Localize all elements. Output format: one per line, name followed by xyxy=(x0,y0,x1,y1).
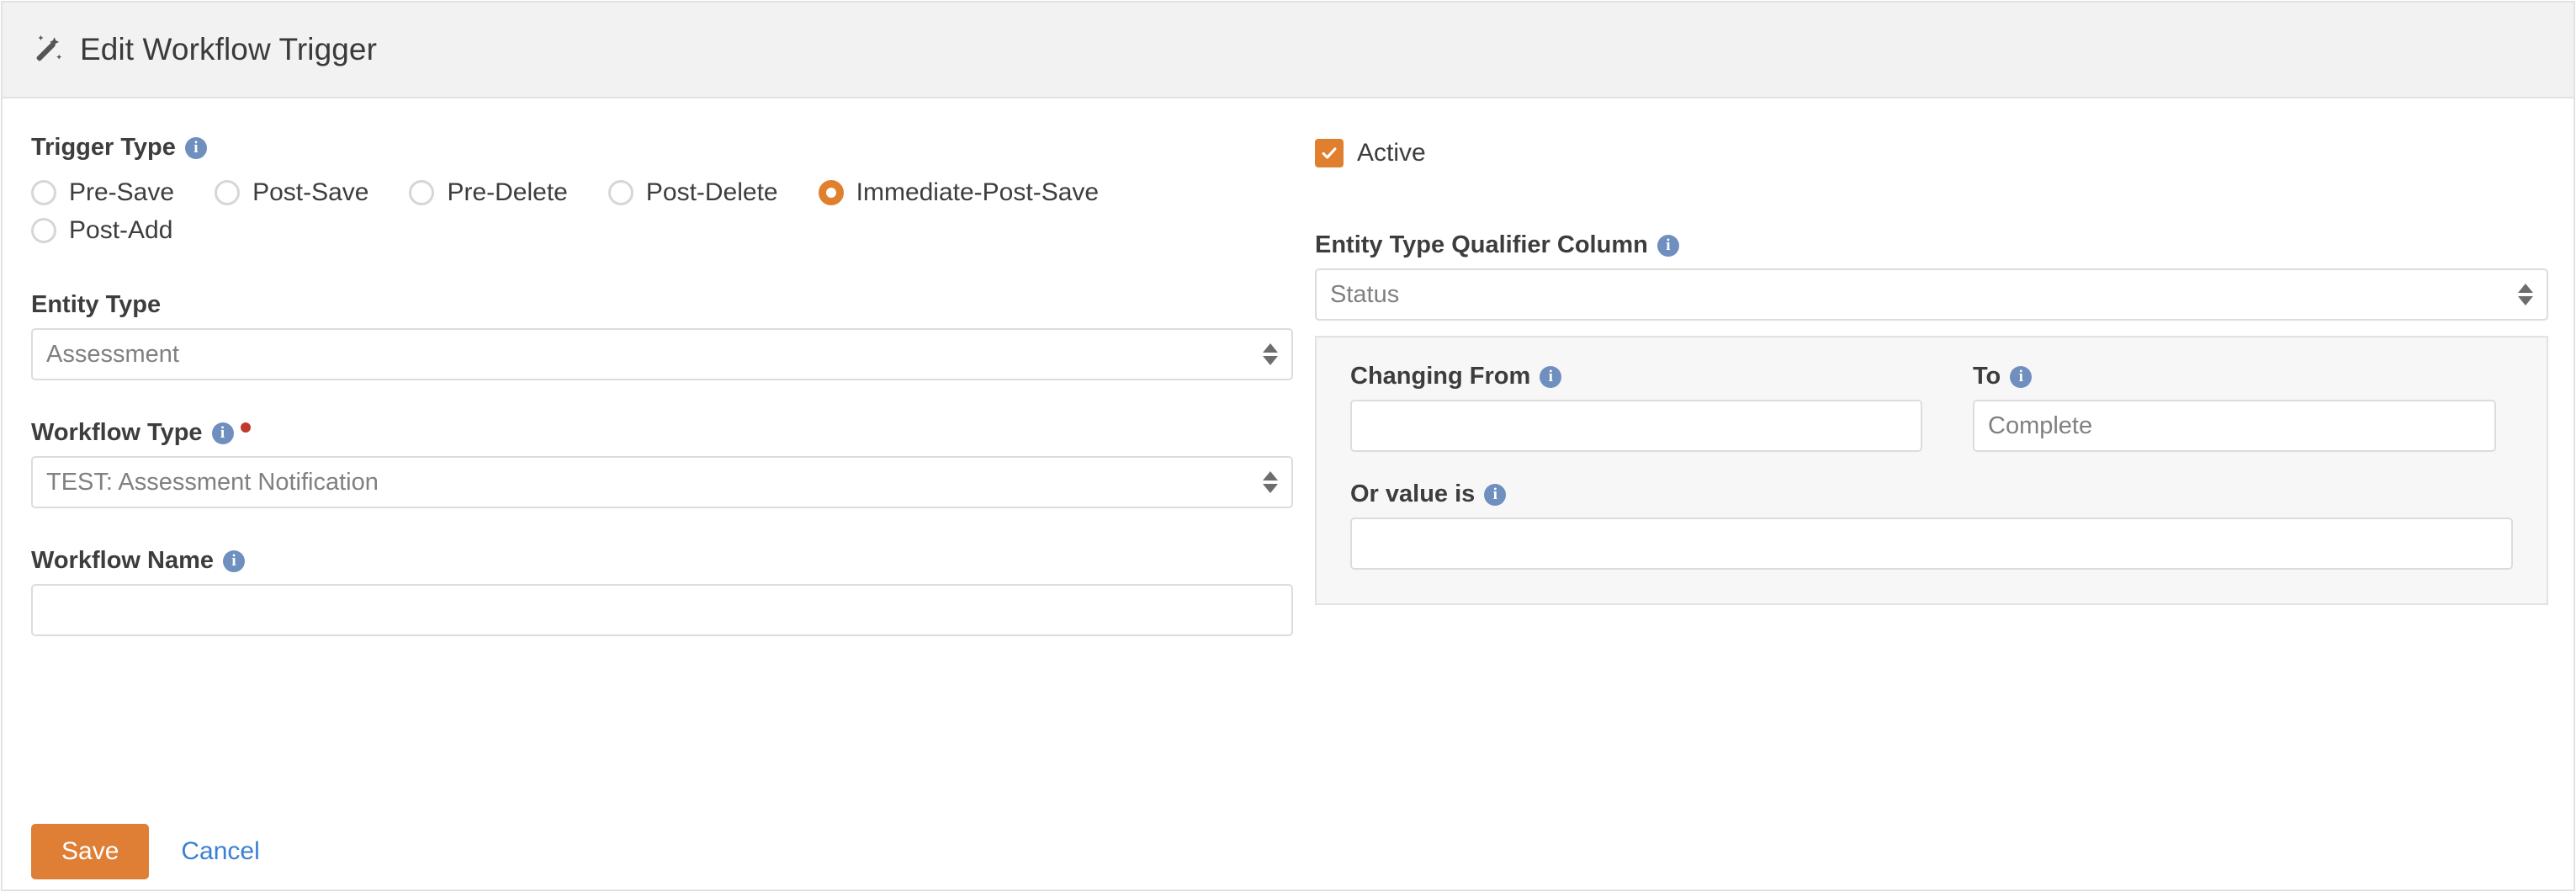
radio-immediate-post-save[interactable]: Immediate-Post-Save xyxy=(818,178,1100,207)
radio-circle-icon xyxy=(409,180,435,205)
workflow-type-value: TEST: Assessment Notification xyxy=(46,468,379,496)
magic-wand-icon xyxy=(31,31,68,68)
workflow-name-label-text: Workflow Name xyxy=(31,547,215,574)
save-button[interactable]: Save xyxy=(31,824,150,879)
changing-from-label: Changing From i xyxy=(1350,363,1922,390)
radio-pre-delete[interactable]: Pre-Delete xyxy=(409,178,568,207)
to-label: To i xyxy=(1973,363,2496,390)
radio-circle-icon xyxy=(31,180,56,205)
entity-type-qualifier-column-label-text: Entity Type Qualifier Column xyxy=(1315,231,1648,258)
radio-label: Post-Add xyxy=(69,216,173,244)
info-icon[interactable]: i xyxy=(1484,483,1507,506)
trigger-type-label: Trigger Type i xyxy=(31,134,1293,162)
workflow-name-field: Workflow Name i xyxy=(31,547,1293,636)
to-field: To i Complete xyxy=(1973,363,2496,452)
changing-from-input[interactable] xyxy=(1350,400,1922,452)
card-header: Edit Workflow Trigger xyxy=(3,3,2573,98)
active-checkbox-row[interactable]: Active xyxy=(1315,139,2548,167)
select-spinner-icon xyxy=(1263,468,1278,496)
entity-type-qualifier-column-label: Entity Type Qualifier Column i xyxy=(1315,231,2548,259)
radio-circle-icon xyxy=(215,180,241,205)
entity-type-qualifier-column-select[interactable]: Status xyxy=(1315,268,2548,321)
or-value-is-label-text: Or value is xyxy=(1350,481,1476,507)
form-body: Trigger Type i Pre-Save Post-Save Pre-De… xyxy=(3,98,2573,889)
to-label-text: To xyxy=(1973,363,2001,390)
info-icon[interactable]: i xyxy=(223,550,246,572)
workflow-name-input[interactable] xyxy=(31,584,1293,636)
info-icon[interactable]: i xyxy=(1540,365,1562,388)
radio-label: Pre-Delete xyxy=(447,178,568,206)
changing-from-field: Changing From i xyxy=(1350,363,1922,452)
right-column: Active Entity Type Qualifier Column i St… xyxy=(1315,98,2548,605)
workflow-name-label: Workflow Name i xyxy=(31,547,1293,575)
radio-pre-save[interactable]: Pre-Save xyxy=(31,178,174,207)
entity-type-qualifier-column-field: Entity Type Qualifier Column i Status xyxy=(1315,231,2548,321)
or-value-is-label: Or value is i xyxy=(1350,481,2513,508)
radio-post-save[interactable]: Post-Save xyxy=(215,178,368,207)
changing-from-label-text: Changing From xyxy=(1350,363,1531,390)
or-value-is-field: Or value is i xyxy=(1350,481,2513,570)
workflow-type-label-text: Workflow Type xyxy=(31,419,203,446)
select-spinner-icon xyxy=(2518,280,2533,309)
required-indicator-icon xyxy=(240,422,251,433)
entity-type-qualifier-column-value: Status xyxy=(1330,280,1400,308)
info-icon[interactable]: i xyxy=(2010,365,2033,388)
entity-type-label: Entity Type xyxy=(31,291,1293,319)
left-column: Trigger Type i Pre-Save Post-Save Pre-De… xyxy=(31,98,1293,636)
entity-type-value: Assessment xyxy=(46,340,179,368)
select-spinner-icon xyxy=(1263,340,1278,369)
radio-circle-icon xyxy=(607,180,633,205)
qualifier-panel-row: Changing From i To i Complete xyxy=(1350,363,2513,452)
check-icon xyxy=(1315,139,1344,167)
radio-label: Post-Save xyxy=(252,178,369,206)
info-icon[interactable]: i xyxy=(211,422,234,444)
radio-circle-selected-icon xyxy=(818,180,844,205)
workflow-type-field: Workflow Type i TEST: Assessment Notific… xyxy=(31,419,1293,508)
info-icon[interactable]: i xyxy=(184,136,207,159)
or-value-is-input[interactable] xyxy=(1350,518,2513,570)
trigger-type-radio-group: Pre-Save Post-Save Pre-Delete Post-Delet… xyxy=(31,178,1276,252)
radio-post-delete[interactable]: Post-Delete xyxy=(607,178,778,207)
workflow-type-label: Workflow Type i xyxy=(31,419,1293,447)
entity-type-select[interactable]: Assessment xyxy=(31,328,1293,380)
radio-post-add[interactable]: Post-Add xyxy=(31,216,172,245)
trigger-type-label-text: Trigger Type xyxy=(31,134,176,161)
entity-type-label-text: Entity Type xyxy=(31,291,162,318)
entity-type-field: Entity Type Assessment xyxy=(31,291,1293,380)
radio-circle-icon xyxy=(31,218,56,243)
edit-workflow-trigger-card: Edit Workflow Trigger Trigger Type i Pre… xyxy=(1,1,2575,891)
to-input[interactable]: Complete xyxy=(1973,400,2496,452)
radio-label: Immediate-Post-Save xyxy=(856,178,1100,206)
page-title: Edit Workflow Trigger xyxy=(80,32,378,66)
to-value: Complete xyxy=(1988,411,2093,439)
form-actions: Save Cancel xyxy=(31,824,260,879)
qualifier-panel: Changing From i To i Complete Or value i… xyxy=(1315,336,2548,605)
radio-label: Pre-Save xyxy=(69,178,175,206)
workflow-type-select[interactable]: TEST: Assessment Notification xyxy=(31,456,1293,508)
radio-label: Post-Delete xyxy=(645,178,778,206)
info-icon[interactable]: i xyxy=(1656,234,1679,257)
cancel-button[interactable]: Cancel xyxy=(181,837,259,866)
active-label: Active xyxy=(1357,139,1426,167)
